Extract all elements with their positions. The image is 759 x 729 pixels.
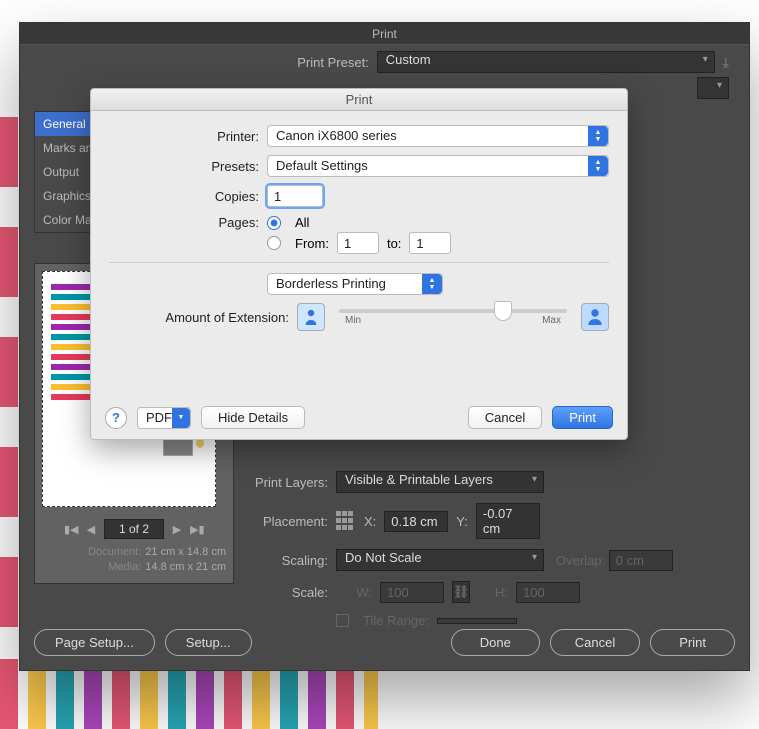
print-layers-label: Print Layers:	[246, 475, 328, 490]
pages-from-radio[interactable]	[267, 236, 281, 250]
pdf-menu[interactable]: PDF▼	[137, 407, 191, 429]
extension-max-button[interactable]	[581, 303, 609, 331]
setup-button[interactable]: Setup...	[165, 629, 252, 656]
tile-range-label: Tile Range:	[363, 613, 429, 628]
overlap-input: 0 cm	[609, 550, 673, 571]
help-button[interactable]: ?	[105, 407, 127, 429]
chevron-updown-icon: ▲▼	[588, 156, 608, 176]
copies-label: Copies:	[109, 189, 259, 204]
pages-from-input[interactable]	[337, 232, 379, 254]
printer-label: Printer:	[109, 129, 259, 144]
tile-range-checkbox	[336, 614, 349, 627]
pages-to-label: to:	[387, 236, 401, 251]
chevron-updown-icon: ▲▼	[422, 274, 442, 294]
hide-details-button[interactable]: Hide Details	[201, 406, 305, 429]
page-setup-button[interactable]: Page Setup...	[34, 629, 155, 656]
media-size: 14.8 cm x 21 cm	[145, 561, 226, 573]
print-preset-label: Print Preset:	[297, 55, 369, 70]
scale-w-input: 100	[380, 582, 444, 603]
extension-min-button[interactable]	[297, 303, 325, 331]
cancel-button-outer[interactable]: Cancel	[550, 629, 640, 656]
scaling-select[interactable]: Do Not Scale	[336, 549, 544, 571]
print-button-outer[interactable]: Print	[650, 629, 735, 656]
pages-all-label: All	[295, 215, 309, 230]
pager-display: 1 of 2	[104, 519, 164, 539]
cancel-button[interactable]: Cancel	[468, 406, 542, 429]
scale-h-input: 100	[516, 582, 580, 603]
pager-first-icon[interactable]: ▮◀	[64, 523, 78, 536]
pager-last-icon[interactable]: ▶▮	[190, 523, 204, 536]
slider-thumb[interactable]	[494, 301, 512, 321]
window-title: Print	[20, 23, 749, 45]
pages-to-input[interactable]	[409, 232, 451, 254]
print-button[interactable]: Print	[552, 406, 613, 429]
save-preset-icon[interactable]: ⤓	[723, 54, 729, 71]
chevron-updown-icon: ▲▼	[588, 126, 608, 146]
tile-range-input	[437, 618, 517, 624]
pages-all-radio[interactable]	[267, 216, 281, 230]
doc-size: 21 cm x 14.8 cm	[145, 546, 226, 558]
copies-input[interactable]	[267, 185, 323, 207]
pages-from-label: From:	[295, 236, 329, 251]
placement-grid[interactable]	[336, 511, 356, 531]
pager-next-icon[interactable]: ▶	[170, 523, 184, 536]
print-preset-select[interactable]: Custom	[377, 51, 715, 73]
scaling-label: Scaling:	[246, 553, 328, 568]
print-layers-select[interactable]: Visible & Printable Layers	[336, 471, 544, 493]
placement-label: Placement:	[246, 514, 328, 529]
print-mode-select[interactable]: Borderless Printing▲▼	[267, 273, 443, 295]
extension-label: Amount of Extension:	[109, 310, 289, 325]
placement-x-input[interactable]: 0.18 cm	[384, 511, 448, 532]
pages-label: Pages:	[109, 215, 259, 230]
presets-label: Presets:	[109, 159, 259, 174]
extension-slider[interactable]	[339, 309, 567, 313]
chevron-down-icon: ▼	[172, 408, 190, 428]
pager-prev-icon[interactable]: ◀	[84, 523, 98, 536]
presets-select[interactable]: Default Settings▲▼	[267, 155, 609, 177]
secondary-select[interactable]	[697, 77, 729, 99]
link-icon: ⛓	[452, 581, 470, 603]
scale-label: Scale:	[246, 585, 328, 600]
system-print-sheet: Print Printer: Canon iX6800 series▲▼ Pre…	[90, 88, 628, 440]
placement-y-input[interactable]: -0.07 cm	[476, 503, 540, 539]
sheet-title: Print	[91, 89, 627, 111]
done-button[interactable]: Done	[451, 629, 540, 656]
printer-select[interactable]: Canon iX6800 series▲▼	[267, 125, 609, 147]
